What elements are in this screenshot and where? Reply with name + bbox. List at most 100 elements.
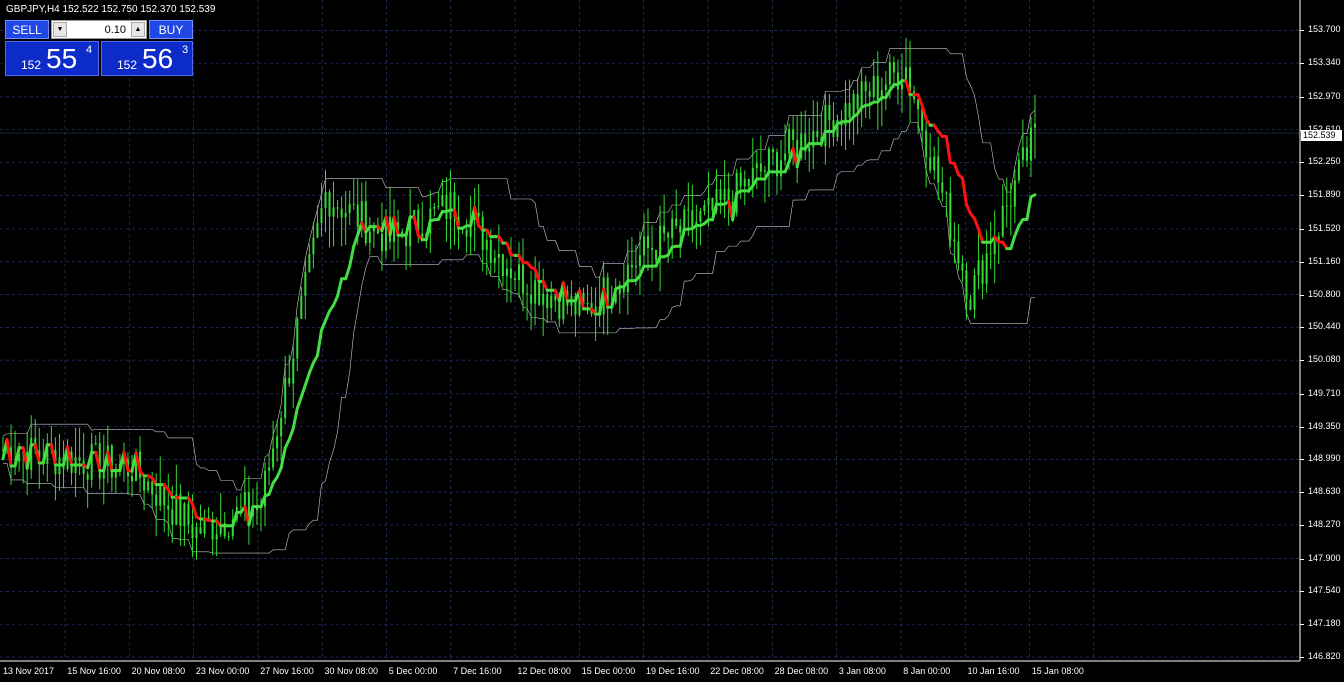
candle-body — [630, 264, 633, 268]
candle-body — [562, 290, 565, 320]
price-axis-label: 149.710 — [1308, 387, 1341, 398]
candle-body — [852, 93, 855, 118]
lot-increase-icon[interactable]: ▲ — [131, 22, 145, 37]
candle-body — [493, 258, 496, 263]
candle-body — [513, 278, 516, 281]
candle-body — [711, 197, 714, 211]
candle-body — [530, 294, 533, 304]
candle-body — [356, 204, 359, 227]
candle-body — [707, 197, 710, 206]
symbol-info: GBPJPY,H4 152.522 152.750 152.370 152.53… — [6, 4, 216, 15]
candle-body — [727, 188, 730, 202]
buy-price-prefix: 152 — [117, 58, 138, 72]
candle-body — [985, 253, 988, 285]
lot-size-field[interactable]: ▼ 0.10 ▲ — [51, 20, 147, 39]
candle-body — [485, 240, 488, 250]
time-axis-label: 15 Nov 16:00 — [67, 666, 121, 676]
candle-body — [155, 494, 158, 506]
candle-body — [328, 192, 331, 217]
candle-body — [368, 231, 371, 243]
candle-body — [864, 81, 867, 92]
candle-body — [167, 505, 170, 510]
price-axis-label: 146.820 — [1308, 651, 1341, 661]
price-axis-tick — [1300, 327, 1304, 329]
candle-body — [509, 268, 512, 279]
candle-body — [933, 156, 936, 171]
candle-body — [1001, 205, 1004, 237]
price-axis-tick — [1300, 459, 1304, 461]
time-axis-label: 8 Jan 00:00 — [903, 666, 951, 676]
time-axis-label: 15 Dec 00:00 — [581, 666, 636, 676]
candle-body — [941, 182, 944, 193]
time-axis-label: 20 Nov 08:00 — [131, 666, 186, 676]
candle-body — [131, 475, 133, 482]
lot-size-value[interactable]: 0.10 — [105, 22, 126, 38]
candle-body — [638, 255, 641, 266]
candle-body — [441, 195, 444, 206]
candle-body — [501, 254, 504, 276]
candle-body — [647, 236, 649, 248]
candle-body — [268, 467, 271, 471]
candle-body — [445, 195, 448, 220]
price-axis-tick — [1300, 591, 1304, 593]
candle-body — [659, 225, 662, 260]
candle-body — [759, 163, 762, 172]
candle-body — [280, 418, 283, 437]
time-axis-label: 30 Nov 08:00 — [324, 666, 379, 676]
sell-button[interactable]: SELL — [5, 20, 49, 39]
price-axis-tick — [1300, 657, 1304, 658]
candle-body — [925, 130, 928, 158]
candle-body — [332, 207, 335, 217]
lot-decrease-icon[interactable]: ▼ — [53, 22, 67, 37]
sell-price-fraction: 4 — [86, 44, 93, 56]
price-axis-label: 153.700 — [1308, 24, 1341, 35]
candle-body — [868, 91, 871, 97]
candle-body — [505, 268, 508, 276]
candle-body — [663, 225, 666, 234]
buy-button[interactable]: BUY — [149, 20, 193, 39]
price-axis-label: 150.440 — [1308, 321, 1341, 332]
one-click-trading-panel: SELL ▼ 0.10 ▲ BUY 152 55 4 152 56 3 — [5, 20, 193, 76]
candle-body — [227, 536, 230, 538]
price-axis-tick — [1300, 294, 1304, 296]
candle-body — [94, 443, 97, 445]
candle-body — [550, 295, 553, 309]
candle-body — [489, 240, 492, 263]
candle-body — [961, 263, 964, 271]
time-scale[interactable]: 13 Nov 2017 15 Nov 16:00 20 Nov 08:00 23 No… — [0, 661, 1300, 682]
candle-body — [546, 293, 549, 309]
price-axis-tick — [1300, 558, 1304, 560]
candle-body — [755, 163, 758, 169]
candle-body — [449, 192, 452, 220]
candle-body — [1025, 147, 1028, 161]
price-scale[interactable]: 153.700 153.340 152.970 152.610 152.250 151.8… — [1300, 0, 1344, 682]
candle-body — [651, 247, 654, 250]
candle-body — [691, 210, 694, 228]
candle-body — [276, 436, 279, 449]
buy-price-box[interactable]: 152 56 3 — [101, 41, 193, 76]
candle-body — [949, 192, 952, 240]
sell-price-box[interactable]: 152 55 4 — [5, 41, 99, 76]
time-axis-label: 12 Dec 08:00 — [517, 666, 571, 676]
candle-body — [1005, 205, 1008, 207]
price-axis-tick — [1300, 96, 1304, 98]
price-axis-label: 151.890 — [1308, 189, 1341, 200]
price-chart[interactable] — [0, 0, 1344, 682]
candle-body — [497, 254, 500, 259]
candle-body — [848, 103, 851, 118]
candle-body — [413, 209, 416, 217]
candle-body — [687, 209, 690, 211]
candle-body — [900, 83, 903, 90]
candle-body — [195, 527, 198, 539]
candle-body — [808, 147, 811, 152]
candle-body — [1029, 127, 1032, 161]
trend-segment-up — [1029, 193, 1037, 199]
candle-body — [667, 233, 670, 238]
candle-body — [888, 62, 891, 85]
candle-body — [348, 203, 351, 213]
candle-body — [522, 264, 525, 294]
sell-price-prefix: 152 — [21, 58, 42, 72]
candle-body — [324, 192, 327, 208]
candle-body — [739, 172, 742, 187]
candle-body — [542, 293, 545, 305]
